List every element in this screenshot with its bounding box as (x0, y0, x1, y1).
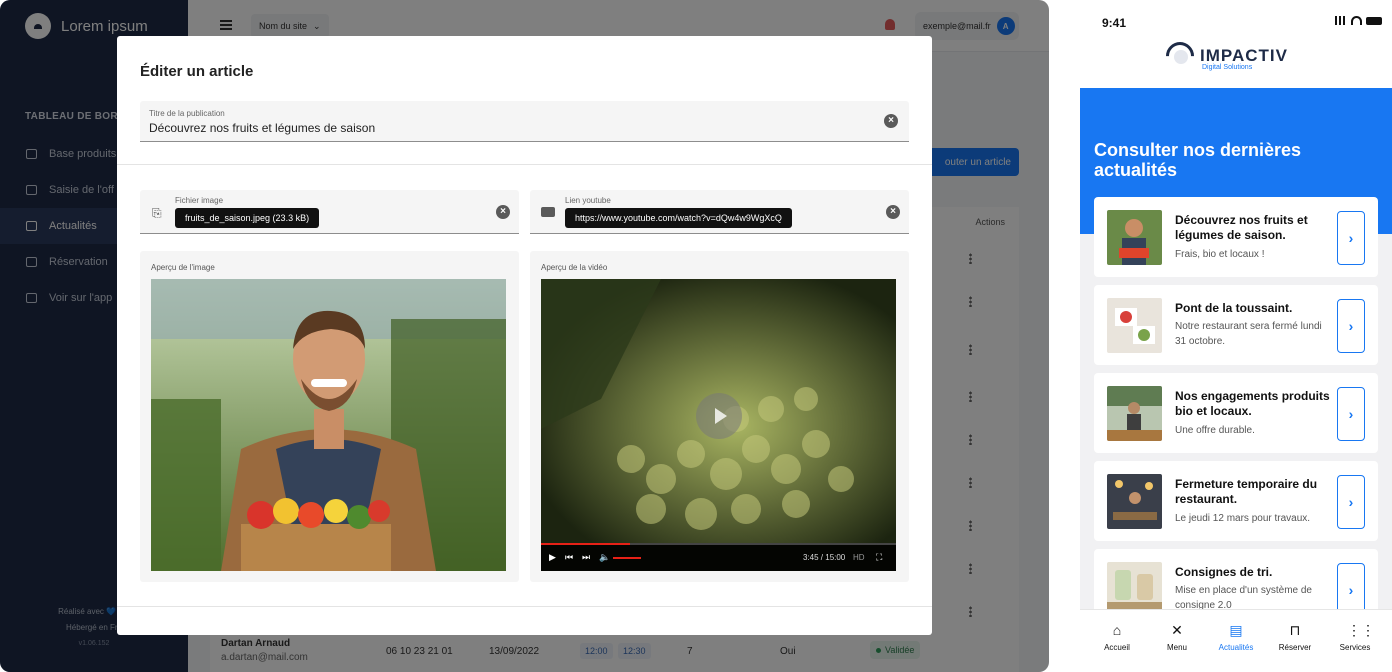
tab-accueil[interactable]: ⌂ Accueil (1087, 622, 1147, 652)
preview-label: Aperçu de l'image (151, 263, 215, 272)
tab-menu[interactable]: ✕ Menu (1147, 622, 1207, 652)
video-controls: ▶ ⏮ ⏭ 🔈 3:45 / 15:00 HD ⛶ (541, 543, 896, 571)
tab-label: Services (1339, 643, 1371, 652)
table-icon: ⊓ (1289, 622, 1301, 638)
chevron-right-icon[interactable]: › (1337, 387, 1365, 441)
mobile-app: 9:41 IMPACTIV Digital Solutions Consulte… (1080, 0, 1392, 672)
volume-icon[interactable]: 🔈 (599, 552, 610, 563)
news-title: Consignes de tri. (1175, 565, 1273, 579)
logo-dot (1174, 50, 1188, 64)
video-progress-bar[interactable] (541, 543, 896, 545)
impactiv-logo-icon (1160, 36, 1200, 76)
status-icons (1335, 16, 1382, 25)
status-time: 9:41 (1102, 16, 1127, 30)
news-thumbnail (1107, 386, 1162, 441)
utensils-icon: ✕ (1171, 622, 1183, 638)
clear-icon[interactable]: × (886, 205, 900, 219)
logo-text: IMPACTIV (1200, 46, 1288, 65)
field-label: Fichier image (175, 196, 224, 205)
tab-label: Actualités (1218, 643, 1254, 652)
logo-subtitle: Digital Solutions (1202, 64, 1253, 71)
thumb-restaurant (1107, 474, 1162, 529)
modal-title: Éditer un article (140, 63, 254, 80)
signal-icon (1335, 16, 1347, 25)
news-card[interactable]: Fermeture temporaire du restaurant. Le j… (1094, 461, 1378, 541)
bottom-tab-bar: ⌂ Accueil ✕ Menu ▤ Actualités ⊓ Réserver ⋮⋮ S… (1080, 609, 1392, 672)
paperclip-icon: ⎘ (152, 206, 162, 220)
tab-label: Réserver (1278, 643, 1312, 652)
play-overlay-icon[interactable] (696, 393, 742, 439)
publication-title-input[interactable]: Découvrez nos fruits et légumes de saiso… (149, 121, 375, 135)
video-player[interactable]: ▶ ⏮ ⏭ 🔈 3:45 / 15:00 HD ⛶ (541, 279, 896, 571)
skip-forward-icon[interactable]: ⏭ (582, 552, 590, 563)
thumb-farmer (1107, 210, 1162, 265)
news-title: Nos engagements produits bio et locaux. (1175, 389, 1330, 418)
divider (117, 606, 932, 607)
news-title: Fermeture temporaire du restaurant. (1175, 477, 1318, 506)
image-file-field[interactable]: ⎘ Fichier image fruits_de_saison.jpeg (2… (140, 190, 519, 234)
thumb-food (1107, 298, 1162, 353)
publication-title-field[interactable]: Titre de la publication Découvrez nos fr… (140, 101, 909, 142)
hero-title: Consulter nos dernières actualités (1094, 140, 1302, 180)
grid-icon: ⋮⋮ (1347, 622, 1375, 638)
news-subtitle: Une offre durable. (1175, 425, 1255, 436)
newspaper-icon: ▤ (1229, 622, 1243, 638)
quality-label[interactable]: HD (853, 553, 865, 562)
thumb-shop (1107, 386, 1162, 441)
news-subtitle: Notre restaurant sera fermé lundi 31 oct… (1175, 321, 1322, 347)
tab-label: Menu (1166, 643, 1187, 652)
video-preview-panel: Aperçu de la vidéo ▶ ⏮ ⏭ 🔈 3:45 / 15:00 … (530, 251, 909, 582)
chevron-right-icon[interactable]: › (1337, 211, 1365, 265)
clear-icon[interactable]: × (496, 205, 510, 219)
news-thumbnail (1107, 298, 1162, 353)
app-header: IMPACTIV Digital Solutions (1080, 36, 1392, 88)
volume-slider[interactable] (613, 557, 641, 559)
clear-icon[interactable]: × (884, 114, 898, 128)
chevron-right-icon[interactable]: › (1337, 475, 1365, 529)
news-title: Pont de la toussaint. (1175, 301, 1293, 315)
news-card[interactable]: Nos engagements produits bio et locaux. … (1094, 373, 1378, 453)
news-title: Découvrez nos fruits et légumes de saiso… (1175, 213, 1308, 242)
home-icon: ⌂ (1112, 622, 1122, 638)
news-card[interactable]: Découvrez nos fruits et légumes de saiso… (1094, 197, 1378, 277)
battery-icon (1366, 17, 1382, 25)
youtube-link-field[interactable]: Lien youtube https://www.youtube.com/wat… (530, 190, 909, 234)
field-label: Lien youtube (565, 196, 611, 205)
image-preview (151, 279, 506, 571)
tab-reserver[interactable]: ⊓ Réserver (1265, 622, 1325, 652)
tab-label: Accueil (1104, 643, 1130, 652)
video-progress-fill (541, 543, 630, 545)
chevron-right-icon[interactable]: › (1337, 299, 1365, 353)
fullscreen-icon[interactable]: ⛶ (876, 552, 882, 563)
field-label: Titre de la publication (149, 109, 225, 118)
edit-article-modal: Éditer un article Titre de la publicatio… (117, 36, 932, 635)
news-card[interactable]: Pont de la toussaint. Notre restaurant s… (1094, 285, 1378, 365)
image-preview-panel: Aperçu de l'image (140, 251, 519, 582)
wifi-icon (1351, 16, 1362, 25)
youtube-link-chip[interactable]: https://www.youtube.com/watch?v=dQw4w9Wg… (565, 208, 792, 228)
skip-back-icon[interactable]: ⏮ (565, 552, 573, 563)
admin-window: Lorem ipsum TABLEAU DE BORD Base produit… (0, 0, 1049, 672)
image-file-chip[interactable]: fruits_de_saison.jpeg (23.3 kB) (175, 208, 320, 228)
news-subtitle: Frais, bio et locaux ! (1175, 249, 1265, 260)
tab-actualites[interactable]: ▤ Actualités (1206, 622, 1266, 652)
farmer-photo (151, 279, 506, 571)
news-subtitle: Le jeudi 12 mars pour travaux. (1175, 513, 1311, 524)
video-time: 3:45 / 15:00 (803, 553, 846, 562)
video-add-icon (541, 207, 555, 217)
news-thumbnail (1107, 474, 1162, 529)
tab-services[interactable]: ⋮⋮ Services (1325, 622, 1385, 652)
play-icon[interactable]: ▶ (549, 552, 556, 563)
divider (117, 164, 932, 165)
news-thumbnail (1107, 210, 1162, 265)
preview-label: Aperçu de la vidéo (541, 263, 608, 272)
